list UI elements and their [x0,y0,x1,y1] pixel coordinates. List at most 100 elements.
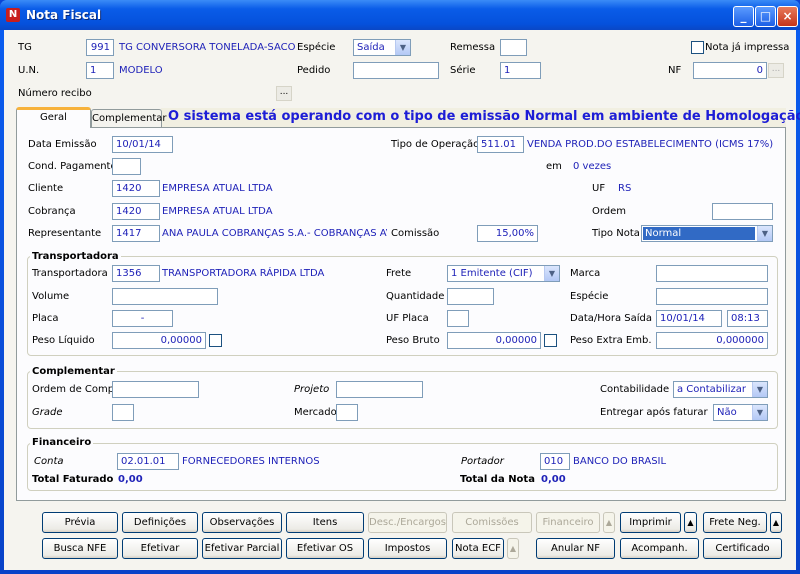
maximize-button[interactable]: □ [755,6,776,27]
transp-especie-input[interactable] [656,288,768,305]
grade-input[interactable] [112,404,134,421]
cond-pagamento-label: Cond. Pagamento [28,161,117,172]
contabilidade-select[interactable]: a Contabilizar ▼ [673,381,768,398]
peso-liquido-checkbox[interactable] [209,334,222,347]
transportadora-group-title: Transportadora [30,251,121,262]
recibo-label: Número recibo [18,88,92,99]
financeiro-button[interactable]: Financeiro [536,512,600,533]
efetivar-os-button[interactable]: Efetivar OS [286,538,364,559]
hora-saida-input[interactable]: 08:13 [727,310,768,327]
dropdown-arrow-button[interactable]: ▲ [684,512,697,533]
cobranca-code-input[interactable]: 1420 [112,203,160,220]
dropdown-arrow-button[interactable]: ▲ [507,538,519,559]
dropdown-arrow-button[interactable]: ▲ [770,512,782,533]
grade-label: Grade [32,407,63,418]
volume-input[interactable] [112,288,218,305]
acompanh-button[interactable]: Acompanh. [620,538,699,559]
chevron-down-icon: ▼ [757,226,772,241]
comissoes-button[interactable]: Comissões [452,512,532,533]
anular-nf-button[interactable]: Anular NF [536,538,615,559]
ordem-label: Ordem [592,206,627,217]
cliente-code-input[interactable]: 1420 [112,180,160,197]
tab-complementar[interactable]: Complementar [91,109,167,129]
frete-label: Frete [386,268,412,279]
pedido-input[interactable] [353,62,439,79]
imprimir-button[interactable]: Imprimir [620,512,681,533]
desc-encargos-button[interactable]: Desc./Encargos [368,512,447,533]
placa-input[interactable]: - [112,310,173,327]
uf-placa-input[interactable] [447,310,469,327]
definicoes-button[interactable]: Definições [122,512,198,533]
title-bar[interactable]: N Nota Fiscal _ □ × [0,0,800,30]
comissao-input[interactable]: 15,00% [477,225,538,242]
contabilidade-label: Contabilidade [600,384,670,395]
un-code-input[interactable]: 1 [86,62,114,79]
remessa-input[interactable] [500,39,527,56]
frete-neg-button[interactable]: Frete Neg. [703,512,767,533]
impostos-button[interactable]: Impostos [368,538,447,559]
conta-code-input[interactable]: 02.01.01 [117,453,179,470]
portador-name: BANCO DO BRASIL [573,456,667,467]
peso-bruto-input[interactable]: 0,00000 [447,332,541,349]
busca-nfe-button[interactable]: Busca NFE [42,538,118,559]
form-body: TG 991 TG CONVERSORA TONELADA-SACO Espéc… [4,30,800,570]
representante-name: ANA PAULA COBRANÇAS S.A.- COBRANÇAS AVIÂ [162,228,387,239]
conta-label: Conta [34,456,64,467]
entregar-label: Entregar após faturar [600,407,708,418]
efetivar-parcial-button[interactable]: Efetivar Parcial [202,538,282,559]
tab-geral[interactable]: Geral [16,107,91,128]
cobranca-name: EMPRESA ATUAL LTDA [162,206,273,217]
ordem-compra-input[interactable] [112,381,199,398]
nota-impressa-label: Nota já impressa [705,42,790,53]
tab-panel-geral: Data Emissão 10/01/14 Tipo de Operação 5… [16,127,786,501]
tipo-operacao-input[interactable]: 511.01 [477,136,524,153]
conta-name: FORNECEDORES INTERNOS [182,456,320,467]
quantidade-input[interactable] [447,288,494,305]
nota-ecf-button[interactable]: Nota ECF [452,538,504,559]
total-faturado-label: Total Faturado [32,474,114,485]
window: N Nota Fiscal _ □ × TG 991 TG CONVERSORA… [0,0,800,574]
transp-especie-label: Espécie [570,291,609,302]
cond-pagamento-input[interactable] [112,158,141,175]
entregar-select[interactable]: Não ▼ [713,404,768,421]
peso-extra-input[interactable]: 0,000000 [656,332,768,349]
serie-input[interactable]: 1 [500,62,541,79]
peso-bruto-checkbox[interactable] [544,334,557,347]
observacoes-button[interactable]: Observações [202,512,282,533]
marca-label: Marca [570,268,601,279]
transportadora-code-input[interactable]: 1356 [112,265,160,282]
portador-code-input[interactable]: 010 [540,453,570,470]
projeto-input[interactable] [336,381,423,398]
peso-liquido-input[interactable]: 0,00000 [112,332,206,349]
mercado-input[interactable] [336,404,358,421]
serie-label: Série [450,65,476,76]
contabilidade-value: a Contabilizar [677,384,746,395]
un-name: MODELO [119,65,163,76]
nf-lookup-button[interactable]: ... [768,63,784,78]
data-saida-input[interactable]: 10/01/14 [656,310,722,327]
especie-select[interactable]: Saída ▼ [353,39,411,56]
total-nota-value: 0,00 [541,474,566,485]
marca-input[interactable] [656,265,768,282]
placa-label: Placa [32,313,59,324]
tipo-operacao-desc: VENDA PROD.DO ESTABELECIMENTO (ICMS 17%) [527,139,774,150]
efetivar-button[interactable]: Efetivar [122,538,198,559]
tipo-nota-select[interactable]: Normal ▼ [641,225,773,242]
recibo-lookup-button[interactable]: ... [276,86,292,101]
tg-code-input[interactable]: 991 [86,39,114,56]
itens-button[interactable]: Itens [286,512,364,533]
nf-input[interactable]: 0 [693,62,767,79]
frete-select[interactable]: 1 Emitente (CIF) ▼ [447,265,560,282]
certificado-button[interactable]: Certificado [703,538,782,559]
nota-impressa-checkbox[interactable] [691,41,704,54]
representante-code-input[interactable]: 1417 [112,225,160,242]
tg-name: TG CONVERSORA TONELADA-SACO [119,42,296,53]
volume-label: Volume [32,291,70,302]
peso-bruto-label: Peso Bruto [386,335,440,346]
close-button[interactable]: × [777,6,798,27]
dropdown-arrow-button[interactable]: ▲ [603,512,615,533]
minimize-button[interactable]: _ [733,6,754,27]
ordem-input[interactable] [712,203,773,220]
previa-button[interactable]: Prévia [42,512,118,533]
data-emissao-input[interactable]: 10/01/14 [112,136,173,153]
